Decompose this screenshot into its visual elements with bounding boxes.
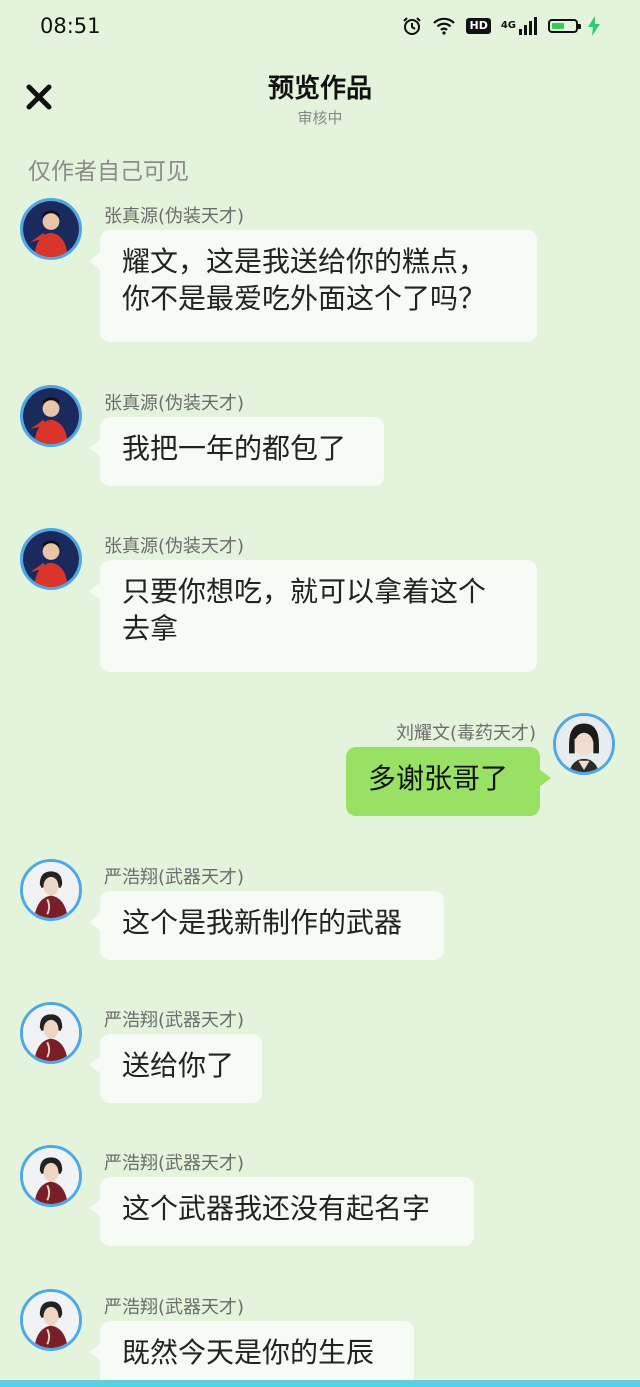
avatar[interactable]	[20, 385, 82, 447]
header: 预览作品 审核中	[0, 56, 640, 136]
message-bubble[interactable]: 送给你了	[89, 1034, 262, 1103]
sender-name: 张真源(伪装天才)	[104, 536, 245, 557]
message-list[interactable]: 张真源(伪装天才) 耀文，这是我送给你的糕点， 你不是最爱吃外面这个了吗？ 张真…	[0, 198, 640, 1380]
message-bubble[interactable]: 只要你想吃，就可以拿着这个 去拿	[89, 560, 537, 672]
avatar-zhang-icon	[23, 201, 79, 257]
avatar-yan-icon	[23, 862, 79, 918]
alarm-icon	[402, 16, 422, 36]
message-bubble[interactable]: 我把一年的都包了	[89, 417, 384, 486]
avatar-liu-icon	[556, 716, 612, 772]
network-type: 4G	[500, 20, 516, 31]
avatar-zhang-icon	[23, 531, 79, 587]
avatar-yan-icon	[23, 1148, 79, 1204]
message-bubble[interactable]: 耀文，这是我送给你的糕点， 你不是最爱吃外面这个了吗？	[89, 230, 537, 342]
sender-name: 严浩翔(武器天才)	[104, 1010, 245, 1031]
sender-name: 严浩翔(武器天才)	[104, 867, 245, 888]
avatar[interactable]	[20, 1145, 82, 1207]
avatar[interactable]	[553, 713, 615, 775]
sender-name: 严浩翔(武器天才)	[104, 1297, 245, 1318]
sender-name: 严浩翔(武器天才)	[104, 1153, 245, 1174]
avatar[interactable]	[20, 859, 82, 921]
sender-name: 张真源(伪装天才)	[104, 393, 245, 414]
review-status: 审核中	[297, 109, 343, 127]
charging-icon	[588, 16, 600, 36]
battery-level	[552, 23, 564, 29]
avatar[interactable]	[20, 528, 82, 590]
message-bubble[interactable]: 这个是我新制作的武器	[89, 891, 444, 960]
visibility-note: 仅作者自己可见	[28, 159, 189, 185]
avatar[interactable]	[20, 1002, 82, 1064]
sender-name: 刘耀文(毒药天才)	[395, 723, 536, 744]
status-icons: HD 4G	[402, 16, 600, 36]
avatar-yan-icon	[23, 1005, 79, 1061]
status-time: 08:51	[40, 14, 101, 38]
avatar[interactable]	[20, 198, 82, 260]
message-bubble[interactable]: 既然今天是你的生辰	[89, 1321, 414, 1380]
wifi-icon	[432, 17, 456, 35]
sender-name: 张真源(伪装天才)	[104, 206, 245, 227]
bottom-indicator	[0, 1380, 640, 1387]
signal-icon: 4G	[501, 17, 538, 35]
message-bubble[interactable]: 这个武器我还没有起名字	[89, 1177, 474, 1246]
avatar-yan-icon	[23, 1292, 79, 1348]
avatar-zhang-icon	[23, 388, 79, 444]
message-bubble[interactable]: 多谢张哥了	[346, 747, 551, 816]
avatar[interactable]	[20, 1289, 82, 1351]
status-bar: 08:51 HD 4G	[0, 0, 640, 56]
hd-icon: HD	[466, 18, 491, 34]
battery-icon	[548, 19, 581, 33]
page-title: 预览作品	[267, 74, 372, 104]
